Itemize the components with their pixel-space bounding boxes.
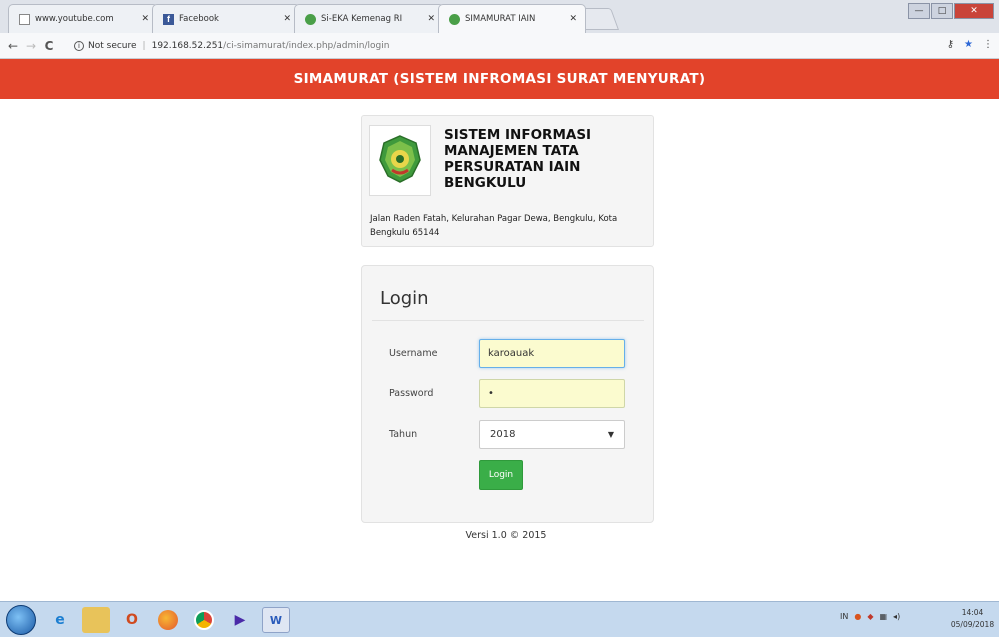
username-input[interactable]	[479, 339, 625, 368]
taskbar-clock[interactable]: 14:04 05/09/2018	[950, 607, 995, 631]
forward-arrow-icon[interactable]: →	[22, 39, 40, 53]
internet-explorer-icon[interactable]: e	[46, 607, 74, 633]
green-emblem-icon	[449, 13, 460, 25]
chevron-down-icon: ▼	[607, 430, 614, 439]
tab-youtube[interactable]: www.youtube.com ✕	[8, 4, 158, 33]
institution-card: SISTEM INFORMASI MANAJEMEN TATA PERSURAT…	[361, 115, 654, 247]
close-tab-icon[interactable]: ✕	[569, 14, 577, 24]
firefox-icon[interactable]	[154, 607, 182, 633]
info-icon[interactable]: i	[74, 40, 84, 51]
browser-toolbar: ← → C i Not secure | 192.168.52.251 /ci-…	[0, 33, 999, 59]
app-header: SIMAMURAT (SISTEM INFROMASI SURAT MENYUR…	[0, 59, 999, 99]
divider	[372, 320, 644, 321]
maximize-button[interactable]: □	[931, 3, 953, 19]
firefox-logo	[158, 610, 178, 630]
tab-si-eka[interactable]: Si-EKA Kemenag RI ✕	[294, 4, 444, 33]
tray-app-icon[interactable]: ●	[854, 612, 861, 621]
login-button[interactable]: Login	[479, 460, 523, 490]
close-tab-icon[interactable]: ✕	[283, 14, 291, 24]
green-emblem-icon	[305, 13, 316, 25]
institution-title: SISTEM INFORMASI MANAJEMEN TATA PERSURAT…	[444, 127, 592, 191]
key-icon[interactable]: ⚷	[947, 39, 954, 50]
outlook-icon[interactable]: O	[118, 607, 146, 633]
close-tab-icon[interactable]: ✕	[141, 14, 149, 24]
password-input[interactable]	[479, 379, 625, 408]
login-form: Login Username Password Tahun 2018 ▼ Log…	[361, 265, 654, 523]
close-tab-icon[interactable]: ✕	[427, 14, 435, 24]
word-document-icon[interactable]: W	[262, 607, 290, 633]
back-arrow-icon[interactable]: ←	[4, 39, 22, 53]
login-heading: Login	[380, 288, 429, 309]
system-tray: IN ● ◆ ▦ ◂)	[840, 612, 900, 621]
iain-bengkulu-logo	[369, 125, 431, 196]
year-label: Tahun	[389, 429, 418, 440]
divider: |	[142, 40, 146, 51]
reload-icon[interactable]: C	[40, 39, 58, 53]
tray-security-icon[interactable]: ◆	[867, 612, 873, 621]
version-footer: Versi 1.0 © 2015	[465, 530, 547, 541]
tab-simamurat[interactable]: SIMAMURAT IAIN ✕	[438, 4, 586, 33]
page-icon	[19, 13, 30, 25]
tab-label: Si-EKA Kemenag RI	[321, 14, 403, 24]
tab-label: www.youtube.com	[35, 14, 114, 24]
address-bar[interactable]: i Not secure | 192.168.52.251 /ci-simamu…	[74, 36, 964, 55]
username-label: Username	[389, 348, 438, 359]
toolbar-actions: ⚷ ★ ⋮	[947, 39, 993, 50]
chrome-icon[interactable]	[190, 607, 218, 633]
year-select-value: 2018	[490, 429, 516, 440]
password-label: Password	[389, 388, 434, 399]
clock-time: 14:04	[961, 608, 984, 617]
year-select[interactable]: 2018 ▼	[479, 420, 625, 449]
windows-start-icon[interactable]	[6, 605, 36, 635]
tab-label: SIMAMURAT IAIN	[465, 14, 536, 24]
tab-label: Facebook	[179, 14, 219, 24]
bookmark-star-icon[interactable]: ★	[964, 39, 973, 50]
facebook-icon: f	[163, 13, 174, 25]
clock-date: 05/09/2018	[950, 620, 995, 629]
close-window-button[interactable]: ✕	[954, 3, 994, 19]
chrome-logo	[194, 610, 214, 630]
browser-tab-strip: www.youtube.com ✕ f Facebook ✕ Si-EKA Ke…	[0, 0, 999, 33]
media-player-icon[interactable]: ▶	[226, 607, 254, 633]
minimize-button[interactable]: —	[908, 3, 930, 19]
url-host: 192.168.52.251	[151, 40, 224, 51]
url-path: /ci-simamurat/index.php/admin/login	[223, 40, 390, 51]
volume-icon[interactable]: ◂)	[893, 612, 900, 621]
windows-taskbar: e O ▶ W IN ● ◆ ▦ ◂) 14:04 05/09/2018	[0, 601, 999, 637]
tab-facebook[interactable]: f Facebook ✕	[152, 4, 300, 33]
network-icon[interactable]: ▦	[879, 612, 887, 621]
folder-icon[interactable]	[82, 607, 110, 633]
menu-kebab-icon[interactable]: ⋮	[983, 39, 993, 50]
institution-address: Jalan Raden Fatah, Kelurahan Pagar Dewa,…	[370, 214, 618, 238]
language-indicator[interactable]: IN	[840, 612, 848, 621]
security-label: Not secure	[88, 40, 137, 51]
